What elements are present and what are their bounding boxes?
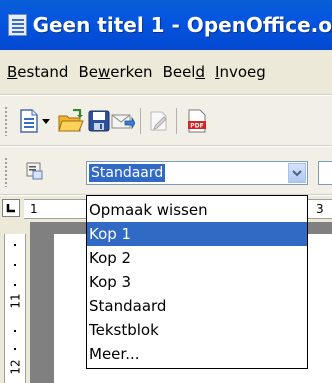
svg-text:PDF: PDF (190, 123, 203, 130)
menu-invoegen[interactable]: Invoeg (210, 63, 271, 81)
toolbar-grip[interactable] (4, 157, 8, 187)
ruler-tick (14, 330, 16, 332)
styles-icon[interactable] (22, 158, 48, 184)
ruler-tick (14, 264, 16, 266)
email-icon[interactable] (110, 108, 136, 134)
dropdown-item-tekstblok[interactable]: Tekstblok (87, 318, 307, 342)
window-title: Geen titel 1 - OpenOffice.o (32, 13, 332, 37)
standard-toolbar: PDF (0, 96, 332, 146)
vertical-ruler[interactable]: 11 12 (0, 222, 30, 383)
menu-bar: Bestand Bewerken Beeld Invoeg (0, 50, 332, 95)
toolbar-separator (140, 108, 141, 134)
dropdown-item-kop-1[interactable]: Kop 1 (87, 222, 307, 246)
menu-bewerken[interactable]: Bewerken (73, 63, 157, 81)
menu-bestand[interactable]: Bestand (2, 63, 73, 81)
ruler-number: 3 (316, 202, 324, 216)
ruler-number: 12 (8, 359, 23, 375)
paragraph-style-combobox[interactable]: Standaard (86, 161, 308, 185)
ruler-tick (14, 244, 16, 246)
ruler-tick (14, 284, 16, 286)
toolbar-separator (176, 108, 177, 134)
menu-beeld[interactable]: Beeld (158, 63, 210, 81)
font-name-combobox[interactable] (318, 161, 332, 185)
formatting-toolbar: Standaard (0, 147, 332, 195)
title-bar: Geen titel 1 - OpenOffice.o (0, 0, 332, 50)
save-icon[interactable] (86, 108, 112, 134)
ruler-tick (14, 348, 16, 350)
dropdown-item-meer[interactable]: Meer... (87, 342, 307, 366)
document-app-icon (8, 14, 27, 36)
dropdown-item-opmaak-wissen[interactable]: Opmaak wissen (87, 198, 307, 222)
toolbar-grip[interactable] (4, 106, 8, 136)
dropdown-arrow-icon[interactable] (38, 108, 54, 134)
paragraph-style-value[interactable]: Standaard (89, 164, 166, 182)
export-pdf-icon[interactable]: PDF (184, 108, 210, 134)
edit-file-icon[interactable] (146, 108, 172, 134)
dropdown-item-kop-3[interactable]: Kop 3 (87, 270, 307, 294)
tab-stop-selector[interactable] (2, 199, 20, 217)
dropdown-item-standaard[interactable]: Standaard (87, 294, 307, 318)
chevron-down-icon[interactable] (288, 163, 306, 183)
ruler-number: 11 (8, 293, 23, 309)
open-folder-icon[interactable] (58, 108, 84, 134)
paragraph-style-dropdown: Opmaak wissen Kop 1 Kop 2 Kop 3 Standaar… (86, 195, 308, 369)
ruler-number: 1 (30, 202, 38, 216)
dropdown-item-kop-2[interactable]: Kop 2 (87, 246, 307, 270)
